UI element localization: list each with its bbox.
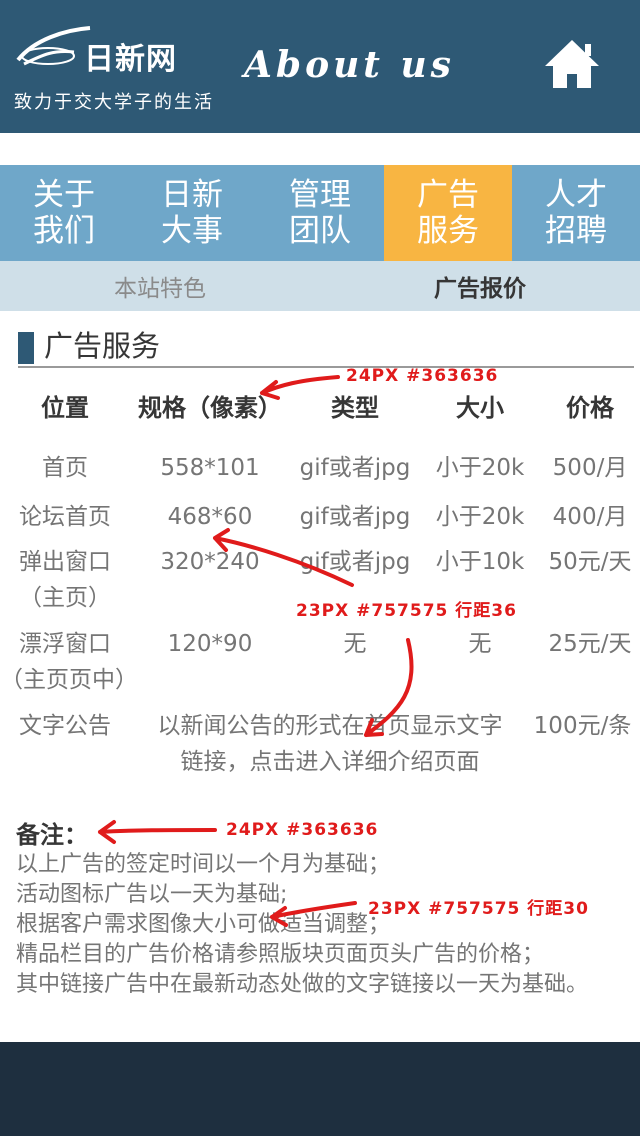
cell-position: 论坛首页	[19, 504, 111, 530]
cell-dimensions: 468*60	[167, 504, 253, 530]
tab-label: 关于 我们	[33, 177, 95, 249]
cell-position: 漂浮窗口	[19, 631, 111, 657]
slogan: 致力于交大学子的生活	[14, 92, 214, 113]
cell-size: 小于20k	[435, 504, 525, 530]
header-type: 类型	[331, 394, 379, 422]
logo-swirl-icon	[16, 26, 91, 66]
cell-description-cont: 链接，点击进入详细介绍页面	[180, 749, 480, 775]
cell-position: 弹出窗口	[19, 549, 111, 575]
header-position: 位置	[41, 394, 89, 422]
home-icon	[545, 40, 599, 88]
note-line: 其中链接广告中在最新动态处做的文字链接以一天为基础。	[16, 972, 589, 997]
cell-price: 400/月	[552, 504, 628, 530]
tab-label: 日新 大事	[161, 177, 223, 249]
note-line: 以上广告的签定时间以一个月为基础；	[16, 852, 391, 877]
annotation-body-spec: 23PX #757575 行距36	[296, 601, 517, 621]
tab-news[interactable]: 日新 大事	[128, 165, 256, 261]
notes-body: 以上广告的签定时间以一个月为基础； 活动图标广告以一天为基础; 根据客户需求图像…	[16, 850, 628, 1000]
tab-label: 广告 服务	[417, 177, 479, 249]
tab-about-us[interactable]: 关于 我们	[0, 165, 128, 261]
section-heading: 广告服务	[18, 328, 634, 368]
cell-dimensions: 558*101	[160, 455, 260, 481]
cell-position: 文字公告	[19, 713, 111, 739]
logo[interactable]: 日新网	[14, 20, 224, 80]
arrow-notes-title	[98, 820, 217, 844]
cell-position-sub: （主页）	[19, 585, 111, 611]
cell-dimensions: 320*240	[160, 549, 260, 575]
section-title: 广告服务	[44, 329, 161, 363]
cell-type: gif或者jpg	[299, 455, 411, 481]
tab-label: 管理 团队	[289, 177, 351, 249]
cell-description: 以新闻公告的形式在首页显示文字	[157, 713, 503, 739]
subtab-ad-pricing[interactable]: 广告报价	[320, 261, 640, 311]
header-size: 大小	[456, 394, 504, 422]
logo-text: 日新网	[84, 42, 177, 77]
section-marker	[18, 332, 34, 364]
tab-ad-service[interactable]: 广告 服务	[384, 165, 512, 261]
cell-type: gif或者jpg	[299, 549, 411, 575]
tab-team[interactable]: 管理 团队	[256, 165, 384, 261]
note-line: 精品栏目的广告价格请参照版块页面页头广告的价格；	[16, 942, 545, 967]
home-button[interactable]	[543, 38, 601, 90]
main-nav: 关于 我们 日新 大事 管理 团队 广告 服务 人才 招聘	[0, 165, 640, 261]
cell-type: gif或者jpg	[299, 504, 411, 530]
header-dimensions: 规格（像素）	[138, 394, 282, 422]
app-header: 日新网 致力于交大学子的生活 About us	[0, 0, 640, 133]
cell-price: 500/月	[552, 455, 628, 481]
cell-size: 无	[468, 631, 492, 657]
cell-position: 首页	[42, 455, 88, 481]
cell-position-sub: （主页页中）	[0, 667, 138, 693]
annotation-header-spec: 24PX #363636	[346, 366, 499, 386]
cell-price: 25元/天	[548, 631, 632, 657]
footer-bar	[0, 1042, 640, 1136]
cell-price: 100元/条	[533, 713, 632, 739]
cell-size: 小于10k	[435, 549, 525, 575]
cell-price: 50元/天	[548, 549, 632, 575]
annotation-notes-body-spec: 23PX #757575 行距30	[368, 899, 589, 919]
page-title: About us	[244, 44, 455, 86]
cell-size: 小于20k	[435, 455, 525, 481]
tab-label: 人才 招聘	[545, 177, 607, 249]
cell-dimensions: 120*90	[167, 631, 253, 657]
tab-careers[interactable]: 人才 招聘	[512, 165, 640, 261]
cell-type: 无	[343, 631, 367, 657]
header-price: 价格	[566, 394, 614, 422]
subtab-features[interactable]: 本站特色	[0, 261, 320, 311]
annotation-notes-title-spec: 24PX #363636	[226, 820, 379, 840]
notes-title: 备注：	[16, 821, 88, 849]
sub-nav: 本站特色 广告报价	[0, 261, 640, 311]
